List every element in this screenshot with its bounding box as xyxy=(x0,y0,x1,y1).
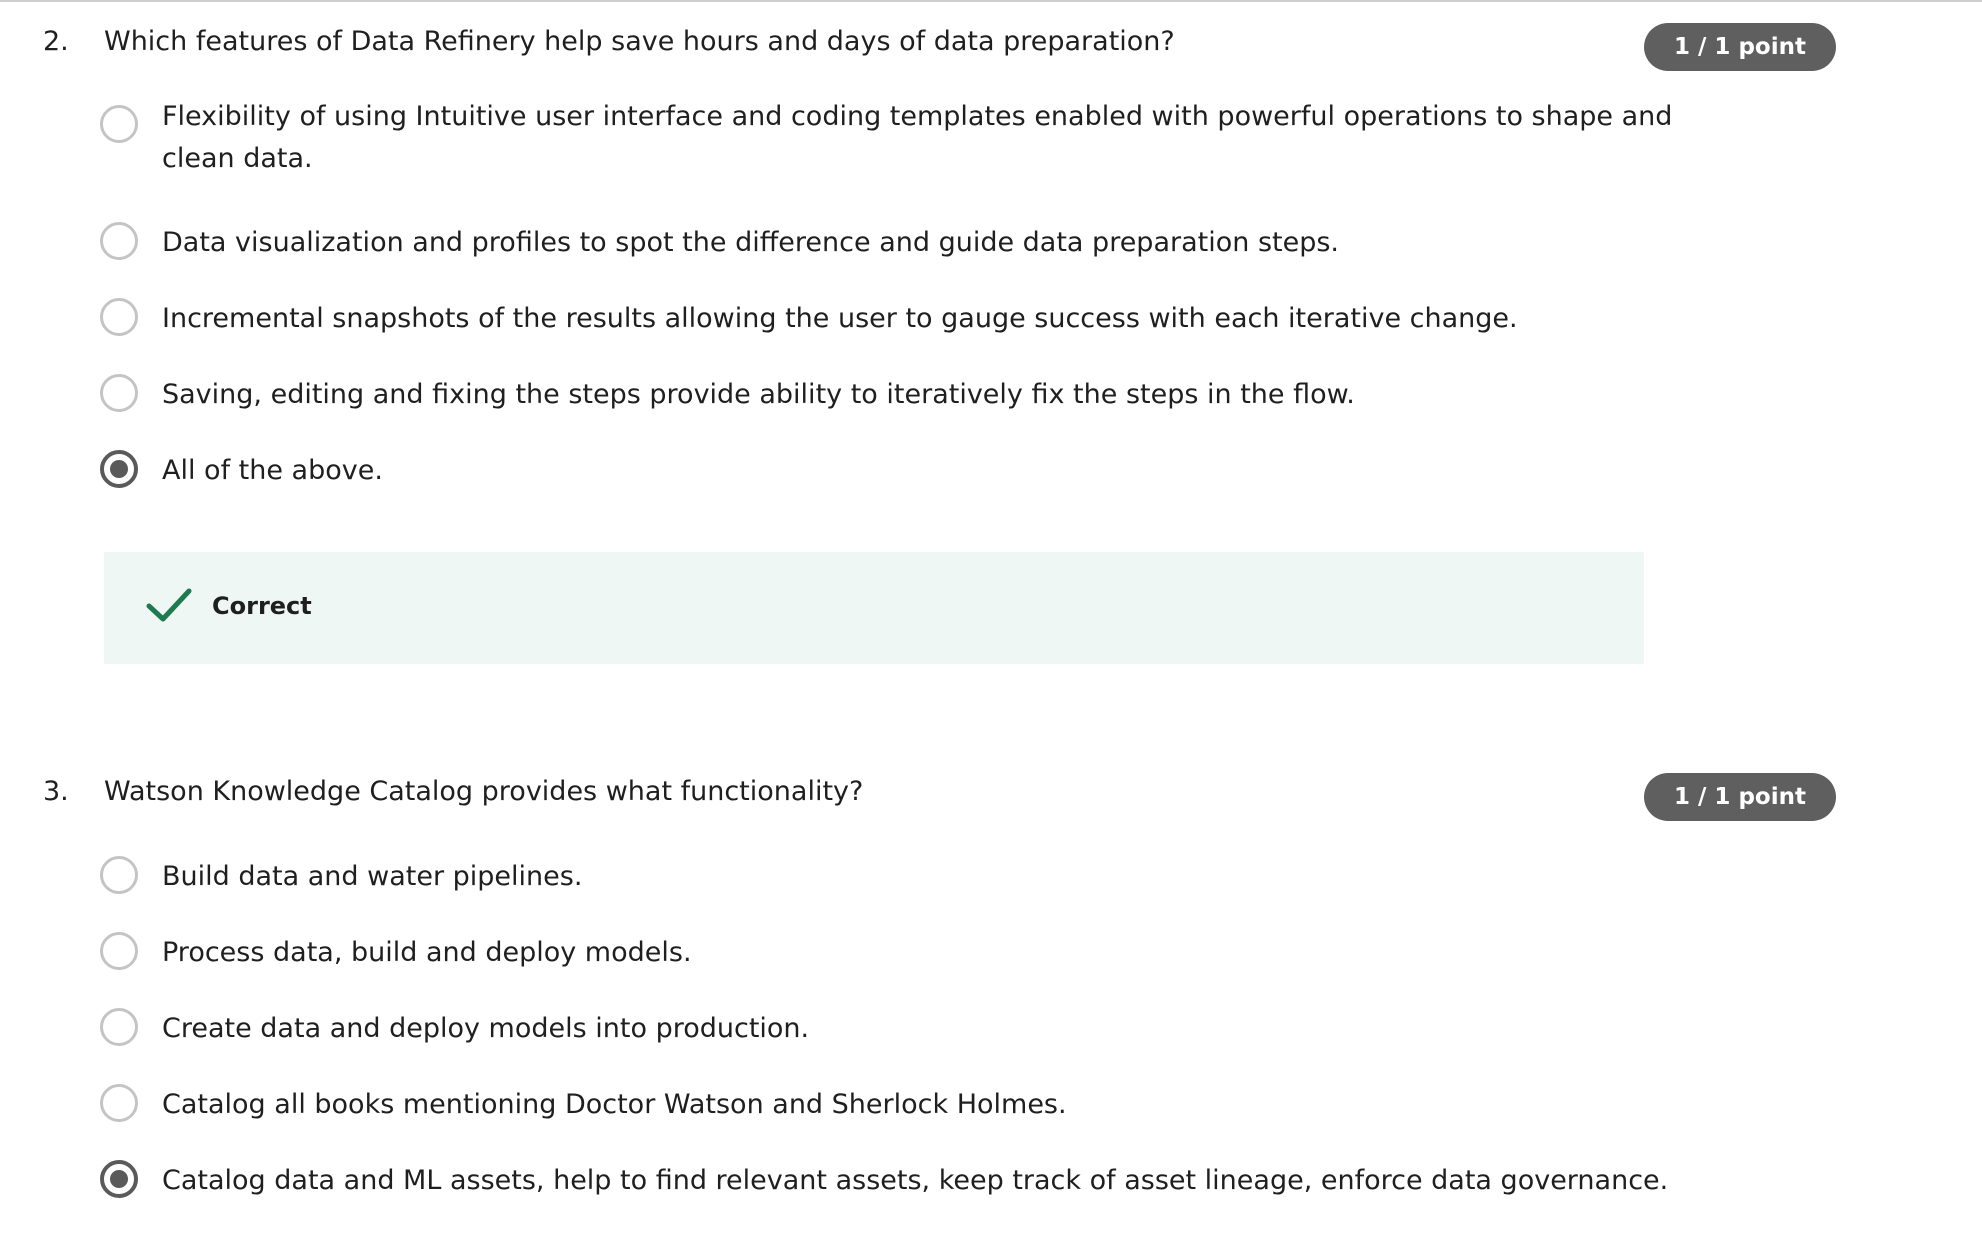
option-label: Catalog all books mentioning Doctor Wats… xyxy=(162,1089,1067,1120)
option-label: Build data and water pipelines. xyxy=(162,861,583,892)
option-label: Catalog data and ML assets, help to find… xyxy=(162,1165,1669,1196)
option-label: Create data and deploy models into produ… xyxy=(162,1013,810,1044)
radio-button[interactable] xyxy=(100,1084,138,1122)
radio-button[interactable] xyxy=(100,1008,138,1046)
radio-button-selected[interactable] xyxy=(100,1160,138,1198)
radio-button[interactable] xyxy=(100,105,138,143)
question-text: Watson Knowledge Catalog provides what f… xyxy=(104,776,864,807)
radio-button-selected[interactable] xyxy=(100,450,138,488)
question-number: 2. xyxy=(43,26,69,57)
radio-button[interactable] xyxy=(100,298,138,336)
radio-button[interactable] xyxy=(100,856,138,894)
option-label: Data visualization and profiles to spot … xyxy=(162,227,1339,258)
points-badge: 1 / 1 point xyxy=(1644,23,1836,71)
radio-button[interactable] xyxy=(100,374,138,412)
points-badge: 1 / 1 point xyxy=(1644,773,1836,821)
top-divider xyxy=(0,0,1982,2)
option-label: All of the above. xyxy=(162,455,383,486)
feedback-correct: Correct xyxy=(104,552,1644,664)
radio-button[interactable] xyxy=(100,932,138,970)
question-number: 3. xyxy=(43,776,69,807)
radio-button[interactable] xyxy=(100,222,138,260)
option-label: Incremental snapshots of the results all… xyxy=(162,303,1518,334)
option-label: Saving, editing and fixing the steps pro… xyxy=(162,379,1355,410)
option-label: Process data, build and deploy models. xyxy=(162,937,692,968)
option-label: Flexibility of using Intuitive user inte… xyxy=(162,101,1673,174)
question-text: Which features of Data Refinery help sav… xyxy=(104,26,1175,57)
check-icon xyxy=(146,588,192,622)
feedback-label: Correct xyxy=(212,592,312,620)
